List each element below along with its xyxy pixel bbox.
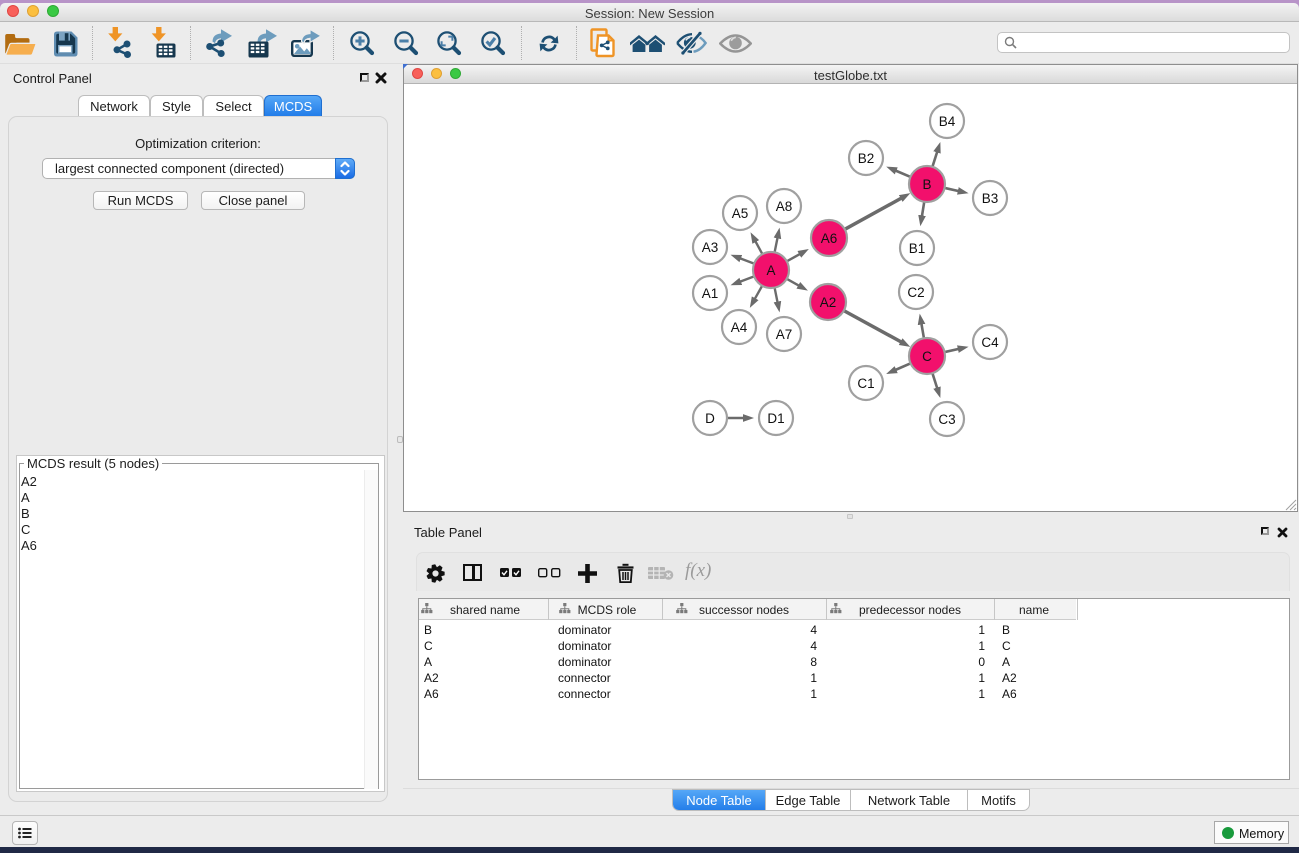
- svg-text:C3: C3: [938, 412, 955, 427]
- svg-text:A8: A8: [776, 199, 793, 214]
- svg-text:C4: C4: [981, 335, 999, 350]
- svg-text:B: B: [922, 177, 931, 192]
- svg-text:D1: D1: [767, 411, 784, 426]
- svg-text:A6: A6: [821, 231, 838, 246]
- svg-text:C: C: [922, 349, 932, 364]
- svg-text:C1: C1: [857, 376, 874, 391]
- svg-text:A1: A1: [702, 286, 719, 301]
- svg-text:B3: B3: [982, 191, 999, 206]
- svg-text:A7: A7: [776, 327, 793, 342]
- svg-text:A: A: [766, 263, 775, 278]
- svg-text:B1: B1: [909, 241, 926, 256]
- svg-text:A2: A2: [820, 295, 837, 310]
- svg-text:A5: A5: [732, 206, 749, 221]
- svg-text:C2: C2: [907, 285, 924, 300]
- svg-text:A3: A3: [702, 240, 719, 255]
- svg-text:B2: B2: [858, 151, 875, 166]
- svg-text:B4: B4: [939, 114, 956, 129]
- svg-text:D: D: [705, 411, 715, 426]
- svg-text:A4: A4: [731, 320, 748, 335]
